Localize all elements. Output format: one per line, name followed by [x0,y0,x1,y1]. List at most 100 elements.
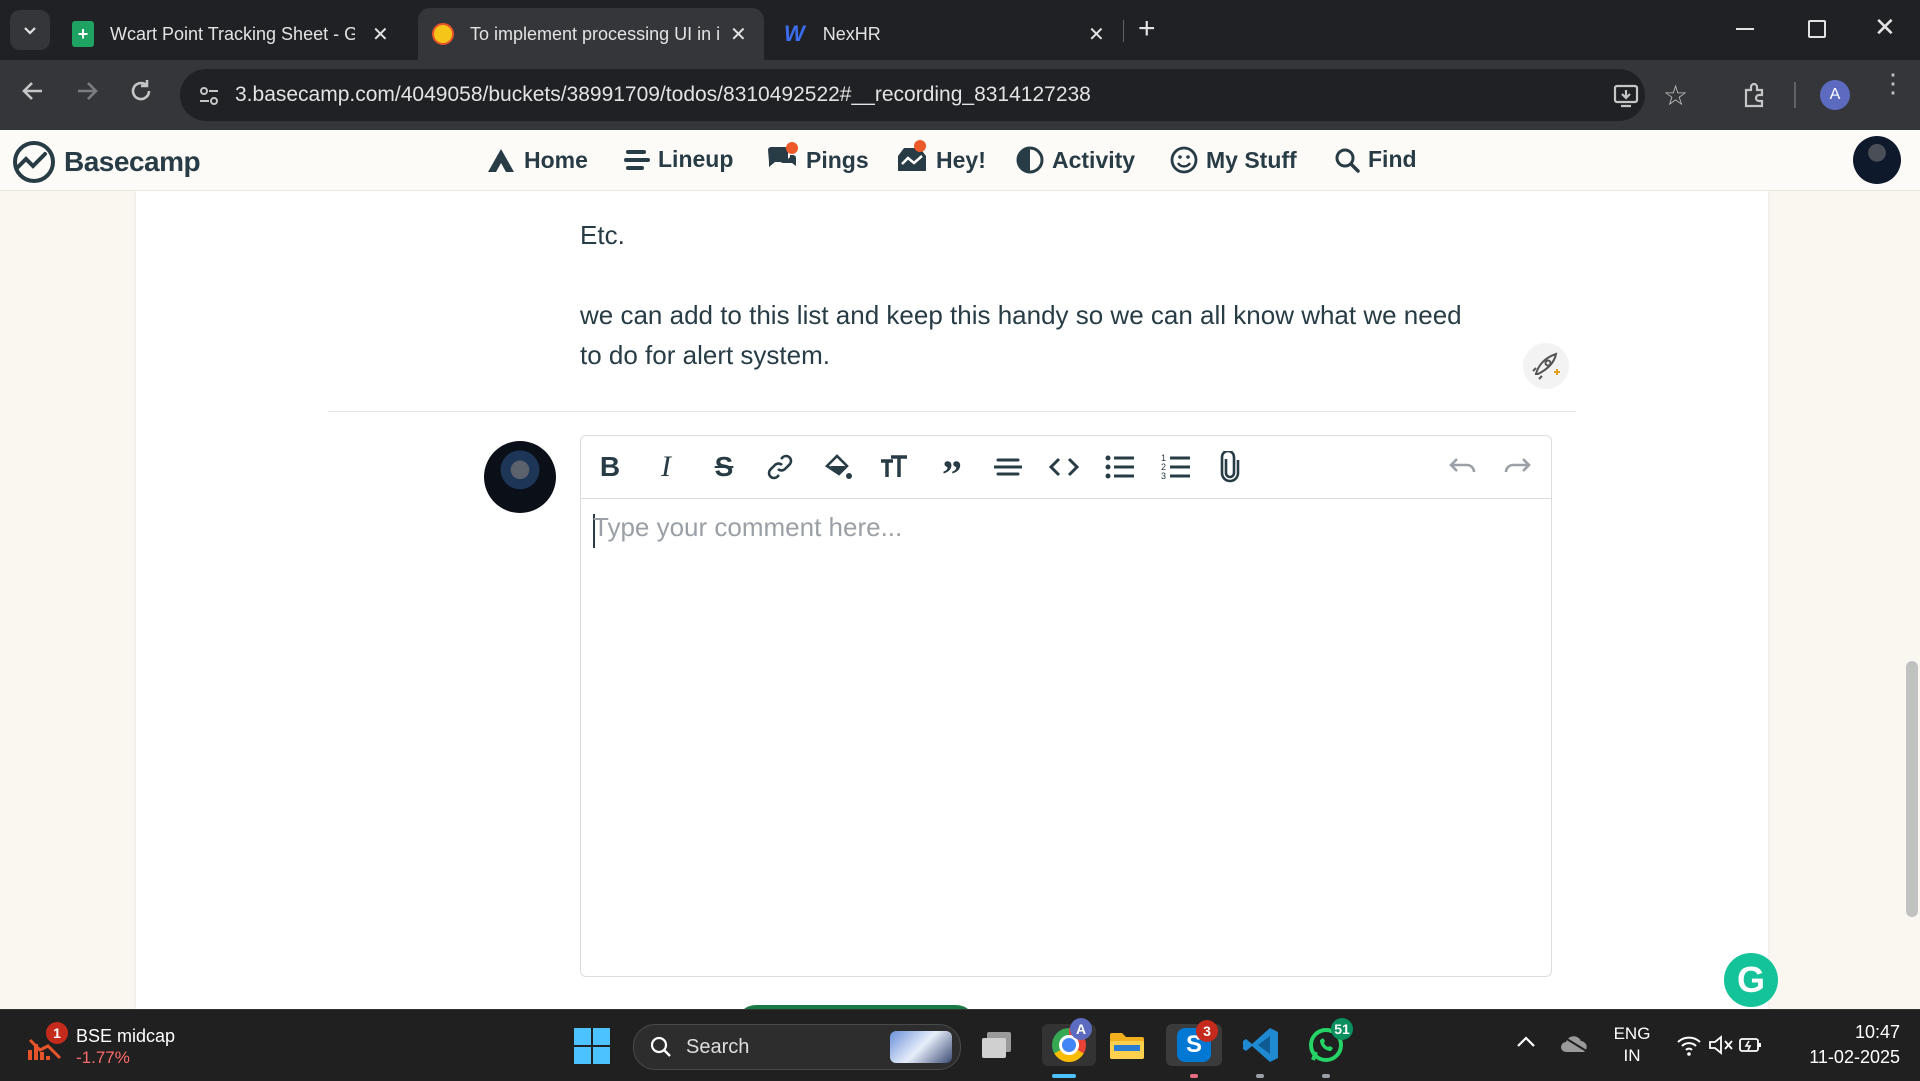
restore-button[interactable] [1808,20,1826,38]
attachment-button[interactable] [1213,450,1247,484]
lineup-icon [624,149,650,170]
url-text[interactable]: 3.basecamp.com/4049058/buckets/38991709/… [235,83,1091,107]
skype-button[interactable]: S 3 [1166,1020,1222,1066]
nav-lineup-label: Lineup [658,146,734,172]
install-app-icon[interactable] [1613,83,1639,109]
chrome-active-indicator [1052,1074,1076,1078]
wifi-icon [1677,1036,1701,1056]
quote-button[interactable]: ” [935,450,969,497]
chrome-taskbar-button[interactable]: A [1042,1018,1096,1066]
vscode-icon [1243,1028,1278,1062]
quick-settings-button[interactable] [1672,1032,1762,1060]
vscode-button[interactable] [1240,1024,1282,1066]
clock[interactable]: 10:47 11-02-2025 [1790,1022,1900,1068]
activity-icon [1016,146,1044,174]
horizontal-rule-button[interactable] [991,450,1025,484]
close-tab-icon[interactable]: ✕ [372,22,389,47]
google-sheets-icon: + [72,21,94,47]
tab-search-button[interactable] [10,10,50,50]
chrome-profile-badge: A [1070,1018,1092,1040]
taskbar-search[interactable]: Search [633,1024,961,1070]
profile-avatar[interactable]: A [1820,80,1850,110]
pings-notification-dot [786,142,798,154]
nav-home[interactable]: Home [486,146,588,174]
onedrive-button[interactable] [1560,1034,1590,1059]
bold-button[interactable]: B [593,450,627,484]
file-explorer-button[interactable] [1106,1024,1148,1066]
back-button[interactable] [20,78,46,111]
windows-logo-pane [593,1047,610,1064]
forward-button[interactable] [74,78,100,111]
comment-text-line: to do for alert system. [580,340,830,370]
nav-find[interactable]: Find [1334,146,1417,173]
find-icon [1335,148,1360,173]
widget-value: -1.77% [76,1048,130,1067]
task-view-button[interactable] [976,1024,1018,1066]
nav-my-stuff[interactable]: My Stuff [1170,146,1297,174]
new-tab-button[interactable]: + [1138,12,1156,46]
undo-button[interactable] [1445,450,1479,484]
search-icon [650,1036,671,1057]
browser-tab-strip: + Wcart Point Tracking Sheet - Gc ✕ To i… [0,0,1920,60]
grammarly-button[interactable]: G [1724,953,1778,1007]
reload-button[interactable] [128,78,154,111]
whatsapp-badge-count: 51 [1334,1021,1350,1037]
tab-basecamp-active[interactable]: To implement processing UI in i ✕ [418,8,764,60]
comment-input[interactable] [591,510,1525,954]
redo-icon [1504,458,1531,473]
hey-notification-dot [914,140,926,152]
nav-pings[interactable]: Pings [766,142,869,174]
nav-lineup[interactable]: Lineup [624,146,733,173]
quote-icon: ” [942,451,962,497]
boost-button[interactable] [1523,343,1569,389]
nav-activity[interactable]: Activity [1016,146,1135,174]
page-scrollbar[interactable] [1906,661,1918,917]
clock-time: 10:47 [1854,1022,1900,1042]
chrome-profile-initial: A [1075,1021,1087,1037]
nav-activity-label: Activity [1052,146,1136,173]
site-info-icon[interactable] [198,85,220,107]
region-label: IN [1623,1046,1641,1065]
browser-menu-icon[interactable]: ⋮ [1880,70,1906,96]
skype-running-indicator [1190,1074,1198,1078]
home-icon [488,149,514,172]
nav-hey[interactable]: Hey! [896,140,986,174]
whatsapp-button[interactable]: 51 [1305,1018,1353,1066]
text-size-button[interactable] [877,450,911,484]
tab-nexhr[interactable]: W NexHR ✕ [776,8,1116,60]
language-label: ENG [1613,1024,1651,1043]
comment-text-etc: Etc. [580,220,625,250]
extensions-icon[interactable] [1742,82,1768,108]
strikethrough-icon: S [714,451,734,482]
close-tab-icon[interactable]: ✕ [1088,22,1105,47]
tab-separator [1123,20,1124,42]
close-tab-icon[interactable]: ✕ [730,22,747,47]
tab-wcart[interactable]: + Wcart Point Tracking Sheet - Gc ✕ [60,8,405,60]
numbered-list-button[interactable]: 123 [1159,450,1193,484]
bullet-list-button[interactable] [1103,450,1137,484]
battery-charging-icon [1739,1038,1761,1052]
redo-button[interactable] [1501,450,1535,484]
nav-my-stuff-label: My Stuff [1206,146,1297,173]
language-indicator[interactable]: ENG IN [1612,1024,1652,1066]
strikethrough-button[interactable]: S [707,450,741,484]
code-button[interactable] [1047,450,1081,484]
close-window-button[interactable]: ✕ [1874,12,1896,43]
basecamp-logo[interactable]: Basecamp [12,140,201,184]
widget-title: BSE midcap [76,1026,176,1046]
main-content: Etc. we can add to this list and keep th… [0,191,1920,1009]
minimize-button[interactable] [1736,28,1754,30]
address-bar[interactable]: 3.basecamp.com/4049058/buckets/38991709/… [180,69,1688,121]
user-avatar[interactable] [1853,136,1901,184]
attachment-icon [1220,451,1240,483]
italic-button[interactable]: I [649,450,683,484]
highlight-button[interactable] [821,450,855,484]
bold-icon: B [599,451,621,482]
market-widget[interactable]: 1 BSE midcap -1.77% [22,1022,202,1072]
start-button[interactable] [574,1028,610,1064]
bookmark-star-icon[interactable]: ☆ [1663,79,1688,112]
undo-icon [1449,458,1476,473]
show-hidden-icons-button[interactable] [1516,1034,1536,1053]
link-button[interactable] [763,450,797,484]
arrow-right-icon [78,82,98,100]
